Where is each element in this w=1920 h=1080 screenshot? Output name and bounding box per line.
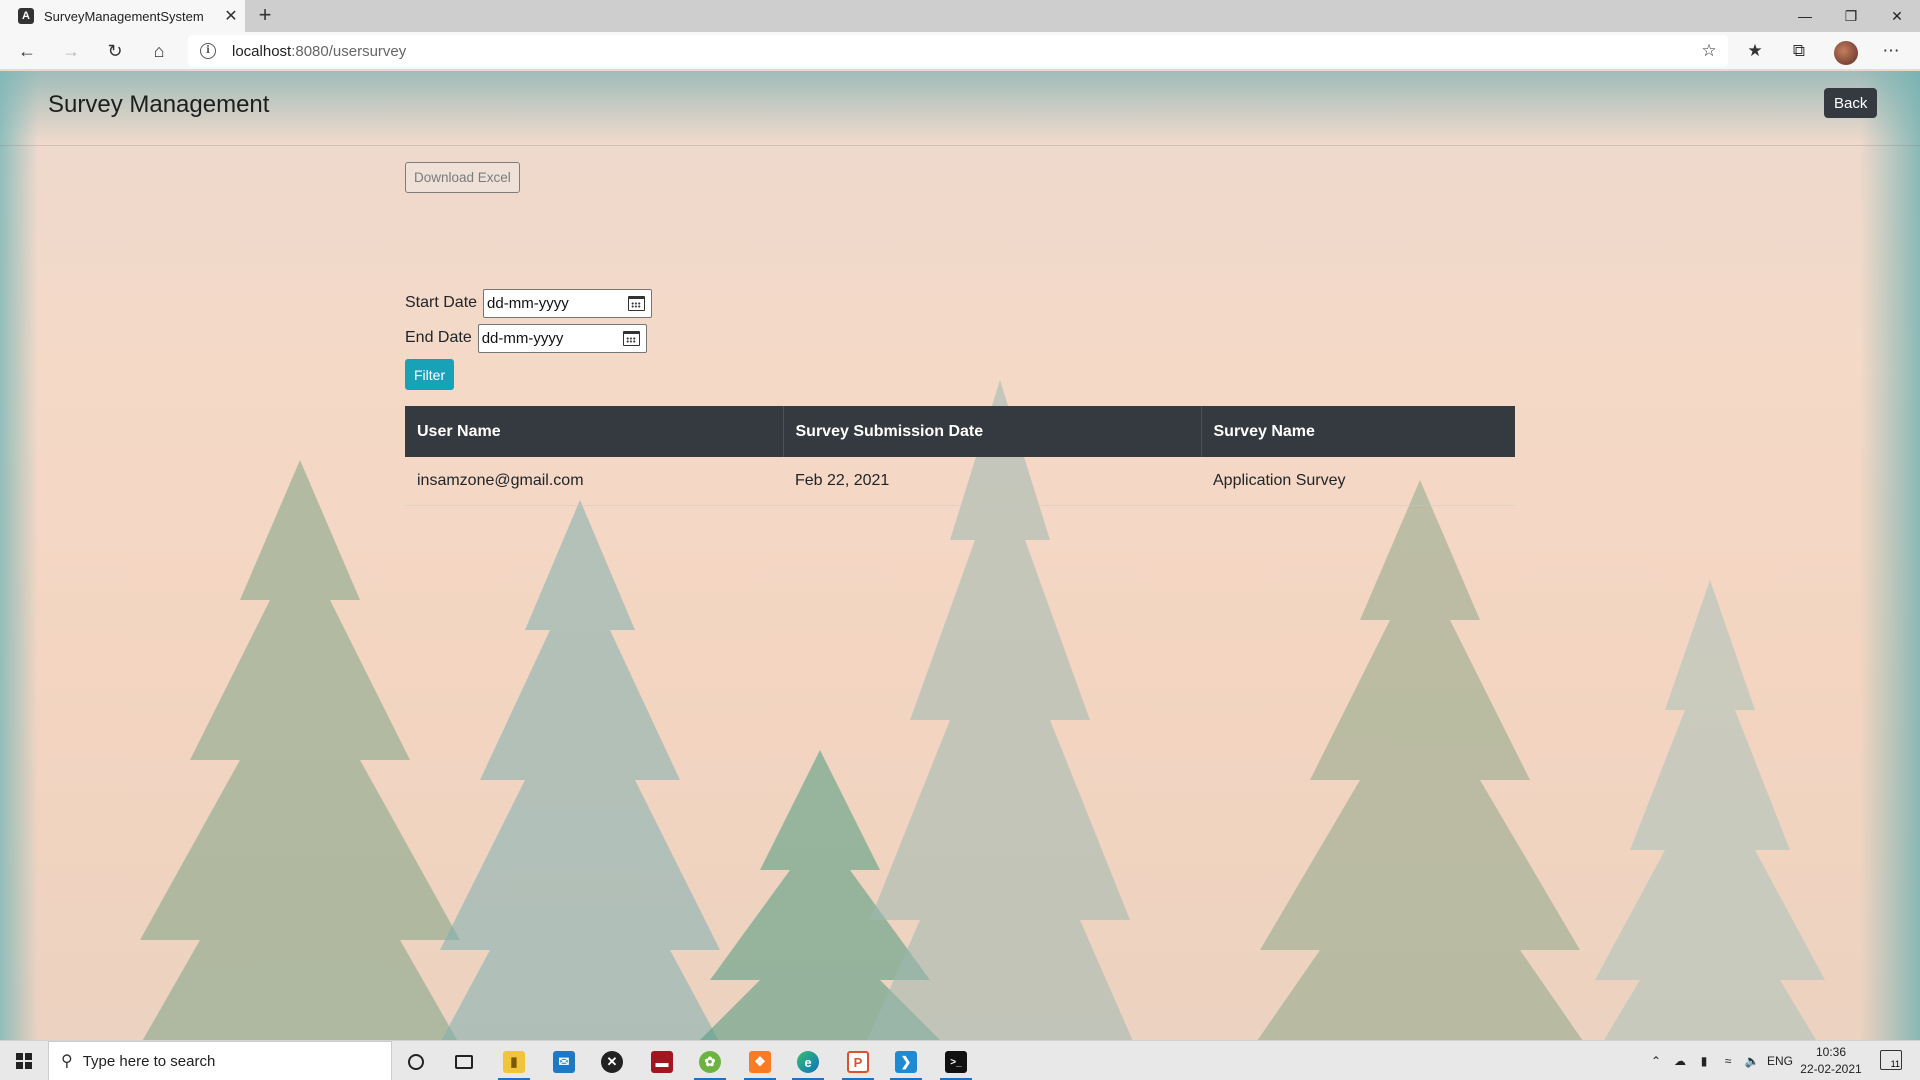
- taskbar-search-placeholder: Type here to search: [82, 1052, 216, 1070]
- calendar-icon[interactable]: [622, 330, 640, 346]
- background-tree-illustration: [1257, 480, 1583, 1040]
- restore-icon[interactable]: ❐: [1828, 0, 1874, 32]
- cell-user-name: insamzone@gmail.com: [405, 457, 783, 506]
- clock-date: 22-02-2021: [1800, 1062, 1862, 1076]
- start-date-value: dd-mm-yyyy: [487, 294, 569, 312]
- minimize-icon[interactable]: —: [1782, 0, 1828, 32]
- language-indicator[interactable]: ENG: [1764, 1054, 1796, 1068]
- page-title: Survey Management: [48, 91, 270, 118]
- download-excel-button[interactable]: Download Excel: [405, 162, 520, 193]
- notification-count: 11: [1890, 1059, 1900, 1069]
- info-icon[interactable]: i: [200, 43, 216, 59]
- column-header-user-name: User Name: [405, 406, 784, 457]
- vscode-icon[interactable]: ❯: [886, 1045, 926, 1080]
- more-options-icon[interactable]: ⋯: [1876, 37, 1906, 65]
- end-date-input[interactable]: dd-mm-yyyy: [477, 323, 647, 353]
- volume-icon[interactable]: 🔈: [1740, 1054, 1764, 1068]
- background-frame-right: [1860, 71, 1920, 1040]
- column-header-survey-name: Survey Name: [1201, 406, 1515, 457]
- cell-submission-date: Feb 22, 2021: [783, 457, 1201, 506]
- app-header: Survey Management Back: [0, 71, 1920, 146]
- table-header-row: User Name Survey Submission Date Survey …: [405, 406, 1515, 457]
- filter-button[interactable]: Filter: [405, 359, 455, 390]
- home-icon[interactable]: ⌂: [144, 37, 174, 65]
- background-tree-illustration: [1595, 580, 1825, 1040]
- start-date-label: Start Date: [405, 294, 478, 311]
- calendar-icon[interactable]: [628, 295, 646, 311]
- end-date-label: End Date: [405, 329, 472, 346]
- address-bar[interactable]: i localhost:8080/usersurvey: [188, 35, 1728, 67]
- start-date-row: Start Date dd-mm-yyyy: [405, 288, 653, 318]
- main-content: Download Excel Start Date dd-mm-yyyy End…: [405, 162, 1515, 506]
- forward-arrow-icon[interactable]: →: [56, 37, 86, 65]
- task-view-icon[interactable]: [444, 1045, 484, 1079]
- browser-tab-bar: A SurveyManagementSystem ✕ + — ❐ ✕: [0, 0, 1920, 32]
- mail-icon[interactable]: ✉: [544, 1045, 584, 1079]
- close-icon[interactable]: ✕: [217, 6, 245, 26]
- taskbar-search-box[interactable]: ⚲ Type here to search: [48, 1041, 392, 1080]
- end-date-value: dd-mm-yyyy: [481, 329, 564, 347]
- add-favorite-icon[interactable]: ☆: [1694, 37, 1724, 65]
- url-host: localhost: [232, 43, 292, 60]
- xbox-icon[interactable]: ✕: [592, 1045, 632, 1079]
- url-text: localhost:8080/usersurvey: [232, 43, 406, 60]
- notification-center-icon[interactable]: 11: [1880, 1050, 1902, 1070]
- terminal-icon[interactable]: >_: [936, 1045, 976, 1080]
- survey-table: User Name Survey Submission Date Survey …: [405, 406, 1515, 506]
- favorites-icon[interactable]: ★: [1740, 37, 1770, 65]
- profile-avatar[interactable]: [1834, 41, 1858, 65]
- cortana-icon[interactable]: [396, 1045, 436, 1079]
- wifi-icon[interactable]: ≈: [1716, 1054, 1740, 1068]
- collections-icon[interactable]: ⧉: [1784, 37, 1814, 65]
- oracle-db-icon[interactable]: ▬: [642, 1045, 682, 1079]
- url-path: :8080/usersurvey: [291, 43, 407, 60]
- system-tray: ⌃ ☁ ▮ ≈ 🔈 ENG: [1644, 1041, 1796, 1080]
- back-arrow-icon[interactable]: ←: [12, 37, 42, 65]
- edge-browser-icon[interactable]: e: [788, 1045, 828, 1080]
- end-date-row: End Date dd-mm-yyyy: [405, 323, 647, 353]
- clock-time: 10:36: [1815, 1045, 1847, 1059]
- background-frame-left: [0, 71, 38, 1040]
- back-button[interactable]: Back: [1824, 88, 1878, 118]
- file-explorer-icon[interactable]: ▮: [494, 1045, 534, 1080]
- page-viewport: Survey Management Back Download Excel St…: [0, 71, 1920, 1040]
- spring-tool-suite-icon[interactable]: ✿: [690, 1045, 730, 1080]
- browser-toolbar: ← → ↻ ⌂ i localhost:8080/usersurvey ☆ ★ …: [0, 32, 1920, 70]
- onedrive-cloud-icon[interactable]: ☁: [1668, 1054, 1692, 1068]
- window-close-icon[interactable]: ✕: [1874, 0, 1920, 32]
- battery-icon[interactable]: ▮: [1692, 1054, 1716, 1068]
- taskbar-clock[interactable]: 10:36 22-02-2021: [1796, 1044, 1866, 1078]
- xampp-icon[interactable]: ❖: [740, 1045, 780, 1080]
- table-row: insamzone@gmail.com Feb 22, 2021 Applica…: [405, 457, 1515, 506]
- new-tab-plus-icon[interactable]: +: [253, 4, 277, 28]
- tab-title: SurveyManagementSystem: [44, 8, 204, 24]
- windows-start-icon[interactable]: [0, 1041, 48, 1080]
- show-hidden-icons-chevron-up-icon[interactable]: ⌃: [1644, 1054, 1668, 1068]
- presentation-app-icon[interactable]: P: [838, 1045, 878, 1080]
- column-header-submission-date: Survey Submission Date: [783, 406, 1202, 457]
- search-icon: ⚲: [61, 1053, 73, 1070]
- windows-taskbar: ⚲ Type here to search ▮ ✉ ✕ ▬ ✿ ❖ e P ❯ …: [0, 1040, 1920, 1080]
- cell-survey-name: Application Survey: [1201, 457, 1515, 506]
- start-date-input[interactable]: dd-mm-yyyy: [483, 288, 653, 318]
- browser-tab[interactable]: A SurveyManagementSystem ✕: [0, 0, 245, 32]
- angular-icon: A: [18, 8, 34, 24]
- refresh-icon[interactable]: ↻: [100, 37, 130, 65]
